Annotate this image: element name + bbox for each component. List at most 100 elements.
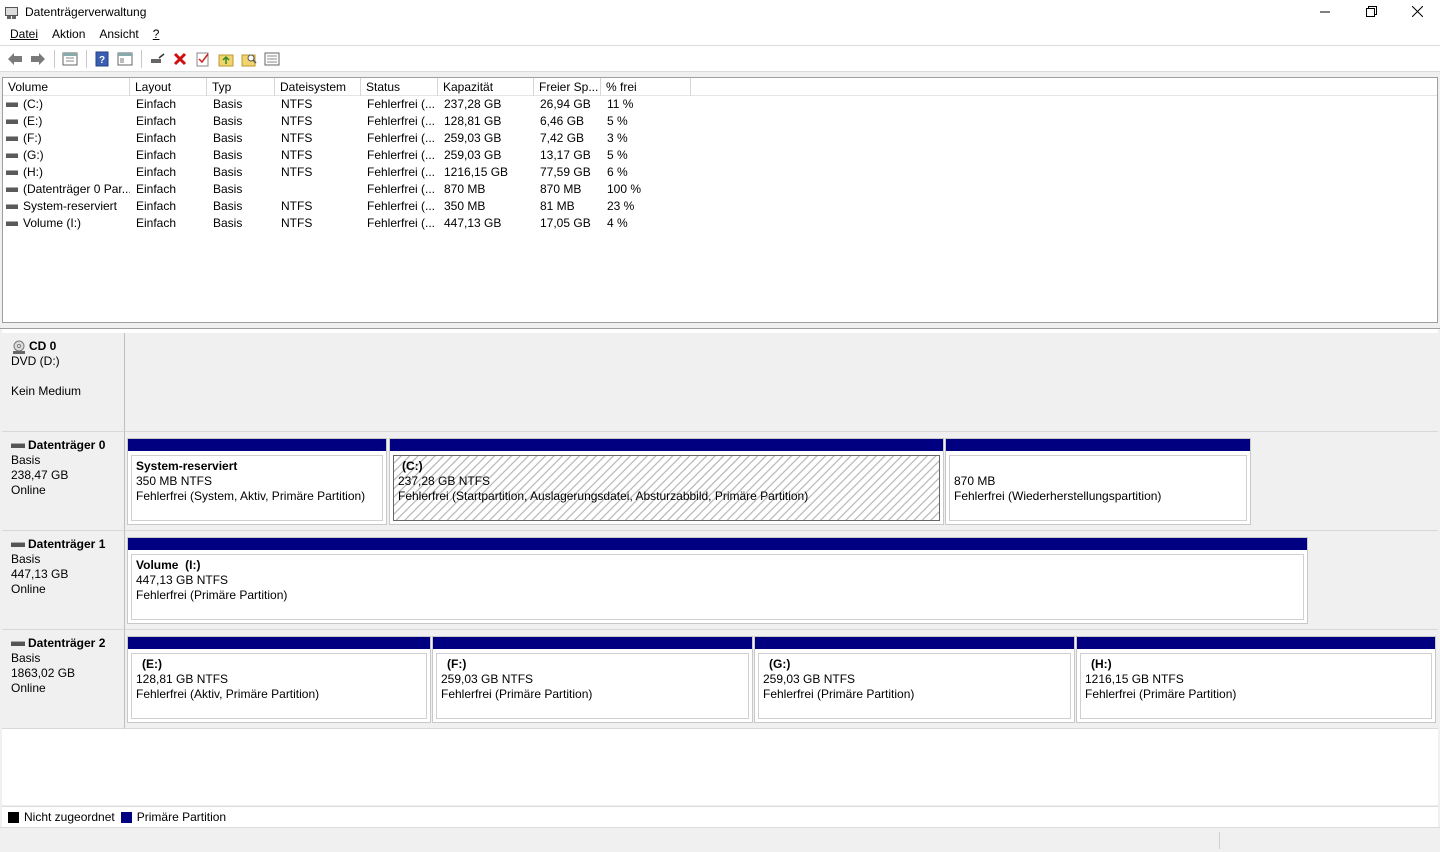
partition-status: Fehlerfrei (Primäre Partition) xyxy=(1085,687,1237,701)
column-header-typ[interactable]: Typ xyxy=(207,78,275,96)
partition-size: 447,13 GB NTFS xyxy=(136,573,229,587)
cell-typ: Basis xyxy=(213,97,243,111)
svg-text:?: ? xyxy=(99,55,105,66)
column-header-dateisystem[interactable]: Dateisystem xyxy=(275,78,361,96)
restore-button[interactable] xyxy=(1348,0,1394,23)
partition-type-bar xyxy=(755,637,1074,649)
help-button[interactable]: ? xyxy=(91,48,113,70)
partition-name xyxy=(954,459,1242,474)
list-view-button[interactable] xyxy=(261,48,283,70)
volume-icon xyxy=(6,170,18,175)
cell-kapazitaet: 447,13 GB xyxy=(444,216,502,230)
partition-size: 1216,15 GB NTFS xyxy=(1085,672,1184,686)
table-row[interactable]: (C:) Einfach Basis NTFS Fehlerfrei (... 237,2… xyxy=(3,96,1437,113)
cell-prozent-frei: 4 % xyxy=(607,216,628,230)
partition-system-reserved[interactable]: System-reserviert 350 MB NTFS Fehlerfrei… xyxy=(127,438,387,525)
cell-volume-name: (E:) xyxy=(3,113,130,130)
volume-name-text: (Datenträger 0 Par... xyxy=(23,182,130,196)
column-header-freier-speicher[interactable]: Freier Sp... xyxy=(534,78,601,96)
connect-disk-button[interactable] xyxy=(146,48,168,70)
legend-unallocated: Nicht zugeordnet xyxy=(8,810,115,824)
partition-info: System-reserviert 350 MB NTFS Fehlerfrei… xyxy=(131,455,383,521)
disk-area-cd0 xyxy=(125,333,1438,432)
cd-drive-icon xyxy=(13,340,25,354)
volume-name-text: (H:) xyxy=(23,165,43,179)
properties-button[interactable] xyxy=(192,48,214,70)
cell-kapazitaet: 259,03 GB xyxy=(444,131,502,145)
partition-f[interactable]: (F:) 259,03 GB NTFS Fehlerfrei (Primäre … xyxy=(432,636,753,723)
disk-state: Online xyxy=(11,582,46,596)
column-header-kapazitaet[interactable]: Kapazität xyxy=(438,78,534,96)
menu-ansicht[interactable]: Ansicht xyxy=(92,23,145,45)
table-row[interactable]: (H:) Einfach Basis NTFS Fehlerfrei (... 1216,… xyxy=(3,164,1437,181)
column-header-layout[interactable]: Layout xyxy=(130,78,207,96)
partition-status: Fehlerfrei (Primäre Partition) xyxy=(441,687,593,701)
delete-icon xyxy=(173,52,187,65)
table-row[interactable]: (F:) Einfach Basis NTFS Fehlerfrei (... 259,0… xyxy=(3,130,1437,147)
disk-label-1[interactable]: Datenträger 1 Basis 447,13 GB Online xyxy=(2,531,125,630)
cell-status: Fehlerfrei (... xyxy=(367,97,436,111)
column-header-volume[interactable]: Volume xyxy=(3,78,130,96)
column-header-status[interactable]: Status xyxy=(361,78,438,96)
cell-volume-name: (Datenträger 0 Par... xyxy=(3,181,130,198)
disk-label-0[interactable]: Datenträger 0 Basis 238,47 GB Online xyxy=(2,432,125,531)
properties-view-button[interactable] xyxy=(59,48,81,70)
partition-i[interactable]: Volume (I:) 447,13 GB NTFS Fehlerfrei (P… xyxy=(127,537,1308,624)
partition-recovery[interactable]: 870 MB Fehlerfrei (Wiederherstellungspar… xyxy=(945,438,1251,525)
disk-label-2[interactable]: Datenträger 2 Basis 1863,02 GB Online xyxy=(2,630,125,729)
partition-e[interactable]: (E:) 128,81 GB NTFS Fehlerfrei (Aktiv, P… xyxy=(127,636,431,723)
partition-size: 350 MB NTFS xyxy=(136,474,213,488)
delete-button[interactable] xyxy=(169,48,191,70)
table-row[interactable]: (E:) Einfach Basis NTFS Fehlerfrei (... 128,8… xyxy=(3,113,1437,130)
partition-info-selected: (C:) 237,28 GB NTFS Fehlerfrei (Startpar… xyxy=(393,455,940,521)
volume-icon xyxy=(6,204,18,209)
back-button[interactable] xyxy=(4,48,26,70)
console-tree-icon xyxy=(117,52,133,65)
partition-info: (G:) 259,03 GB NTFS Fehlerfrei (Primäre … xyxy=(758,653,1071,719)
partition-info: (E:) 128,81 GB NTFS Fehlerfrei (Aktiv, P… xyxy=(131,653,427,719)
cell-kapazitaet: 259,03 GB xyxy=(444,148,502,162)
check-icon xyxy=(196,52,209,66)
partition-h[interactable]: (H:) 1216,15 GB NTFS Fehlerfrei (Primäre… xyxy=(1076,636,1436,723)
disk-row-0: Datenträger 0 Basis 238,47 GB Online Sys… xyxy=(2,432,1438,531)
partition-size: 128,81 GB NTFS xyxy=(136,672,229,686)
menu-datei[interactable]: Datei xyxy=(3,23,45,45)
partition-c[interactable]: (C:) 237,28 GB NTFS Fehlerfrei (Startpar… xyxy=(389,438,944,525)
partition-name: (E:) xyxy=(142,657,162,671)
cell-freier-speicher: 26,94 GB xyxy=(540,97,591,111)
partition-status: Fehlerfrei (Aktiv, Primäre Partition) xyxy=(136,687,320,701)
disk-row-2: Datenträger 2 Basis 1863,02 GB Online (E… xyxy=(2,630,1438,729)
search-folder-button[interactable] xyxy=(238,48,260,70)
disk-size: 238,47 GB xyxy=(11,468,69,482)
table-row[interactable]: System-reserviert Einfach Basis NTFS Fehlerf… xyxy=(3,198,1437,215)
partition-size: 259,03 GB NTFS xyxy=(441,672,534,686)
properties-view-icon xyxy=(62,52,78,65)
menu-help[interactable]: ? xyxy=(146,23,167,45)
volume-icon xyxy=(6,153,18,158)
volume-icon xyxy=(6,119,18,124)
table-row[interactable]: Volume (I:) Einfach Basis NTFS Fehlerfrei (.… xyxy=(3,215,1437,232)
minimize-button[interactable] xyxy=(1302,0,1348,23)
column-header-prozent-frei[interactable]: % frei xyxy=(601,78,691,96)
forward-button[interactable] xyxy=(27,48,49,70)
cell-typ: Basis xyxy=(213,182,243,196)
help-icon: ? xyxy=(95,51,109,66)
menu-datei-label: Datei xyxy=(10,27,39,41)
minimize-icon xyxy=(1320,11,1330,12)
table-row[interactable]: (G:) Einfach Basis NTFS Fehlerfrei (... 259,0… xyxy=(3,147,1437,164)
up-folder-button[interactable] xyxy=(215,48,237,70)
cell-layout: Einfach xyxy=(136,97,177,111)
cell-dateisystem: NTFS xyxy=(281,114,313,128)
forward-icon xyxy=(31,52,45,65)
cell-layout: Einfach xyxy=(136,216,177,230)
volume-rows: (C:) Einfach Basis NTFS Fehlerfrei (... 237,2… xyxy=(3,96,1437,232)
toolbar-separator xyxy=(141,49,142,68)
table-row[interactable]: (Datenträger 0 Par... Einfach Basis Fehlerf… xyxy=(3,181,1437,198)
menu-bar: Datei Aktion Ansicht ? xyxy=(0,23,1440,45)
console-tree-button[interactable] xyxy=(114,48,136,70)
close-button[interactable] xyxy=(1394,0,1440,23)
cell-freier-speicher: 13,17 GB xyxy=(540,148,591,162)
menu-aktion[interactable]: Aktion xyxy=(45,23,92,45)
partition-g[interactable]: (G:) 259,03 GB NTFS Fehlerfrei (Primäre … xyxy=(754,636,1075,723)
disk-label-cd0[interactable]: CD 0 DVD (D:) Kein Medium xyxy=(2,333,125,432)
